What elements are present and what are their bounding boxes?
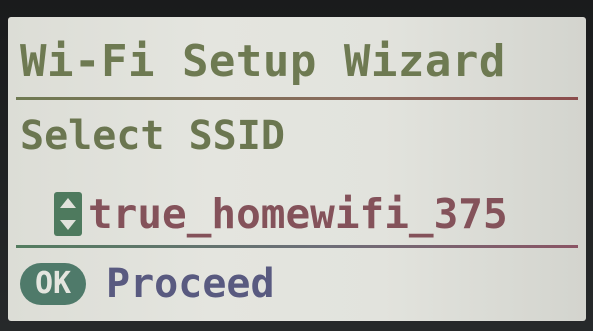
divider xyxy=(16,97,578,100)
up-down-arrows-icon[interactable] xyxy=(54,192,82,236)
ssid-value: true_homewifi_375 xyxy=(88,190,508,238)
arrow-up-icon xyxy=(60,198,76,208)
divider xyxy=(16,245,578,248)
action-row: OK Proceed xyxy=(8,255,586,313)
ok-button[interactable]: OK xyxy=(20,263,86,305)
prompt-label: Select SSID xyxy=(20,113,285,159)
device-bezel: Wi-Fi Setup Wizard Select SSID true_home… xyxy=(0,0,593,331)
page-title: Wi-Fi Setup Wizard xyxy=(20,36,506,87)
lcd-screen: Wi-Fi Setup Wizard Select SSID true_home… xyxy=(8,17,586,321)
title-bar: Wi-Fi Setup Wizard xyxy=(8,31,586,93)
ssid-selector[interactable]: true_homewifi_375 xyxy=(8,185,586,243)
arrow-down-icon xyxy=(60,220,76,230)
prompt-row: Select SSID xyxy=(8,107,586,165)
proceed-label: Proceed xyxy=(106,261,275,307)
